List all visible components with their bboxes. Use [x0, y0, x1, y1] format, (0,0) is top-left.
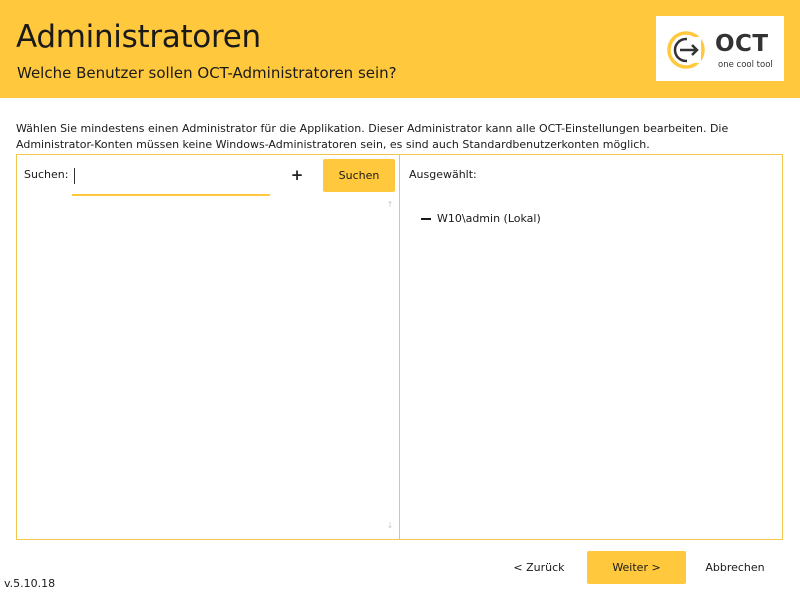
- description-text: Wählen Sie mindestens einen Administrato…: [16, 122, 729, 151]
- header-banner: Administratoren Welche Benutzer sollen O…: [0, 0, 800, 98]
- remove-icon[interactable]: [421, 217, 431, 220]
- selected-user-item: W10\admin (Lokal): [421, 212, 541, 225]
- oct-logo-icon: [667, 31, 705, 69]
- selected-label: Ausgewählt:: [409, 168, 477, 181]
- scroll-down-icon[interactable]: ↓: [385, 521, 395, 533]
- add-icon[interactable]: +: [289, 166, 305, 184]
- search-button[interactable]: Suchen: [323, 159, 395, 192]
- selected-user-name: W10\admin (Lokal): [437, 212, 541, 225]
- selected-panel: Ausgewählt: W10\admin (Lokal): [399, 154, 783, 540]
- search-panel: Suchen: + Suchen ↑ ↓: [16, 154, 400, 540]
- scroll-up-icon[interactable]: ↑: [385, 200, 395, 212]
- next-button[interactable]: Weiter >: [587, 551, 686, 584]
- page-subtitle: Welche Benutzer sollen OCT-Administrator…: [17, 64, 397, 82]
- logo-name: OCT: [715, 31, 769, 57]
- oct-logo: OCT one cool tool: [656, 16, 784, 81]
- logo-tagline: one cool tool: [718, 60, 773, 70]
- version-label: v.5.10.18: [4, 577, 56, 590]
- cancel-button[interactable]: Abbrechen: [695, 551, 775, 584]
- page-title: Administratoren: [16, 19, 261, 55]
- text-caret: [74, 168, 75, 184]
- search-input[interactable]: [72, 163, 270, 196]
- search-label: Suchen:: [24, 168, 69, 181]
- back-button[interactable]: < Zurück: [500, 551, 578, 584]
